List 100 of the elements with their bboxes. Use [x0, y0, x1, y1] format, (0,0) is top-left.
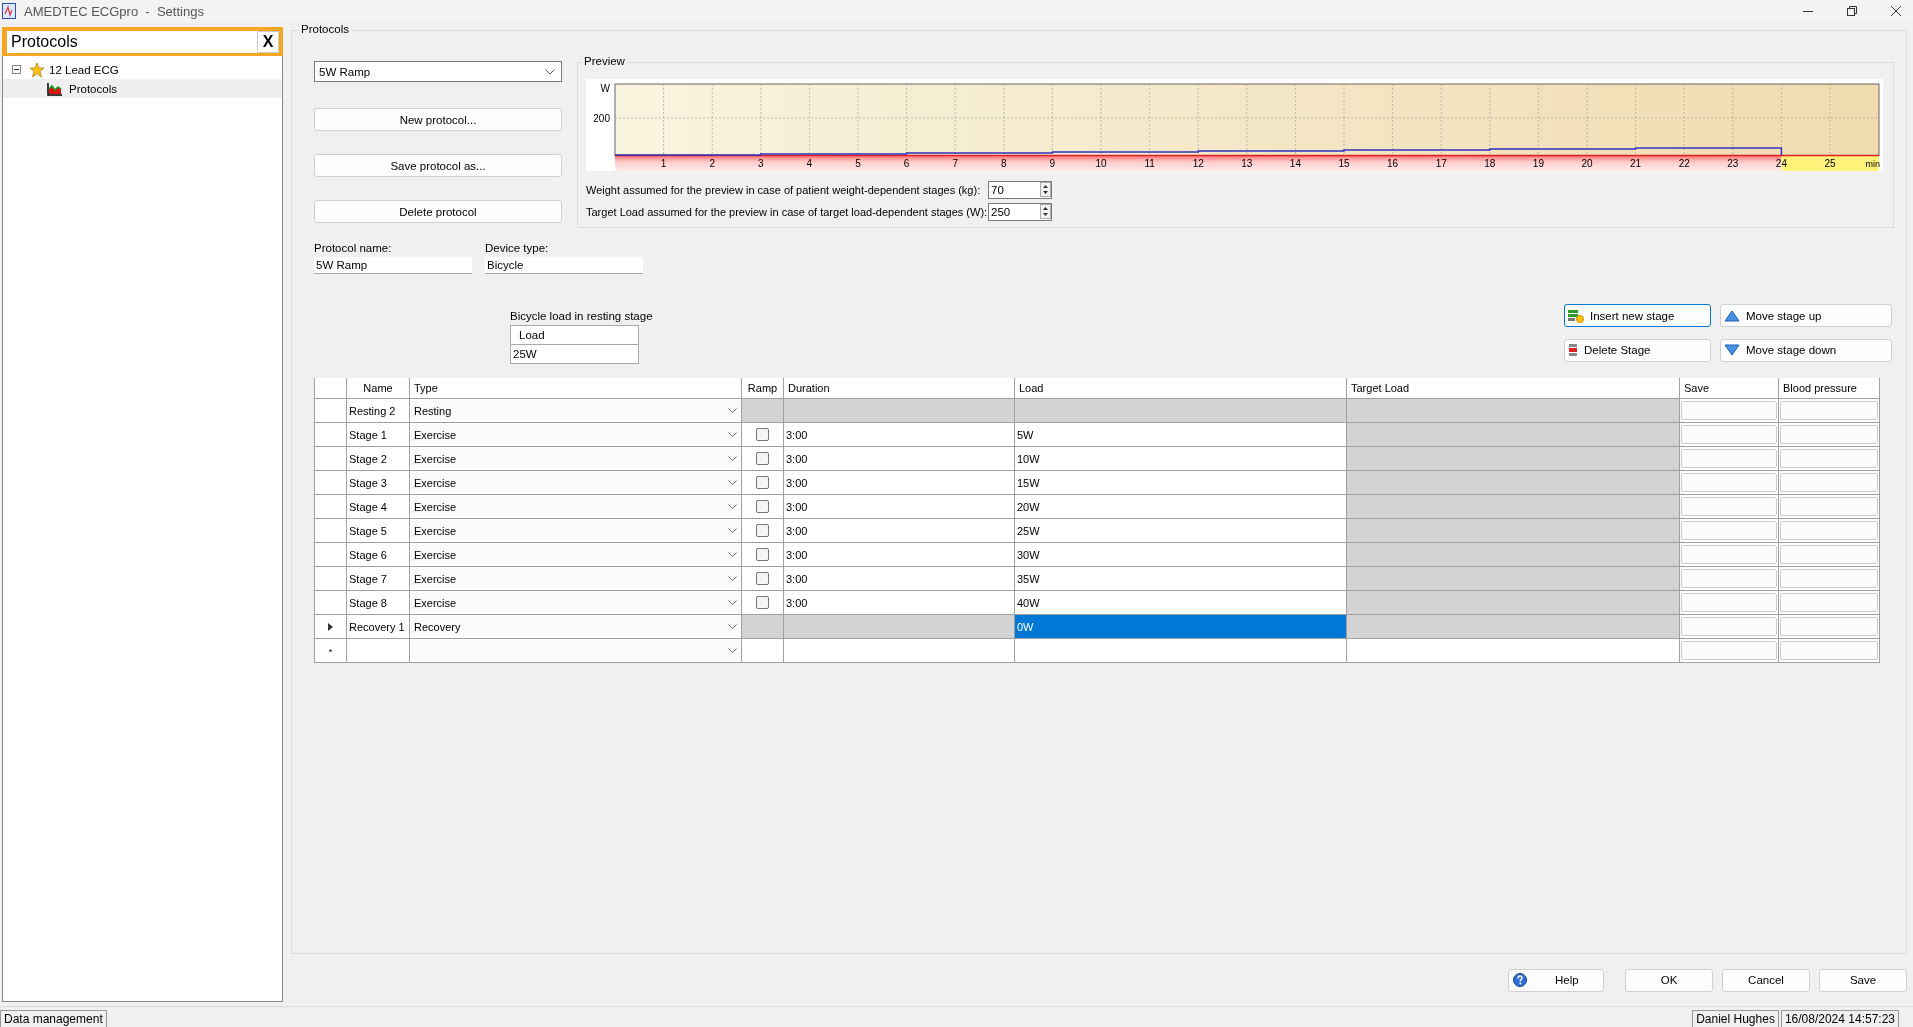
restore-icon[interactable]: [1847, 6, 1857, 16]
type-dropdown[interactable]: Exercise: [411, 497, 740, 516]
save-cell-button[interactable]: [1681, 593, 1777, 612]
column-header[interactable]: Name: [346, 378, 410, 399]
chevron-icon: [728, 528, 737, 533]
blood-pressure-button[interactable]: [1780, 521, 1878, 540]
save-cell-button[interactable]: [1681, 521, 1777, 540]
column-header[interactable]: Blood pressure: [1778, 378, 1880, 399]
dialog-button[interactable]: OK: [1625, 968, 1713, 992]
resting-load-cell[interactable]: 25W: [511, 345, 638, 363]
table-cell: Stage 7: [349, 572, 387, 585]
blood-pressure-button[interactable]: [1780, 473, 1878, 492]
save-cell-button[interactable]: [1681, 641, 1777, 660]
ramp-checkbox[interactable]: [756, 524, 769, 538]
column-header[interactable]: Save: [1679, 378, 1779, 399]
type-dropdown[interactable]: Exercise: [411, 473, 740, 492]
protocol-dropdown[interactable]: 5W Ramp: [314, 61, 562, 82]
blood-pressure-button[interactable]: [1780, 545, 1878, 564]
axis-label: 1: [660, 158, 667, 169]
protocol-name-field[interactable]: 5W Ramp: [314, 257, 472, 274]
save-cell-button[interactable]: [1681, 425, 1777, 444]
tree-item[interactable]: 12 Lead ECG: [49, 63, 119, 76]
axis-label: 21: [1630, 158, 1642, 169]
protocol-button[interactable]: Save protocol as...: [314, 154, 562, 177]
save-cell-button[interactable]: [1681, 473, 1777, 492]
blood-pressure-button[interactable]: [1780, 401, 1878, 420]
table-cell: 3:00: [786, 428, 808, 441]
axis-label: 14: [1289, 158, 1301, 169]
column-header[interactable]: Load: [1014, 378, 1347, 399]
type-dropdown[interactable]: Recovery: [411, 617, 740, 636]
type-dropdown[interactable]: Exercise: [411, 449, 740, 468]
setting-label: Weight assumed for the preview in case of patient weight-dependent stages (kg):: [586, 183, 982, 196]
table-cell: Stage 1: [349, 428, 387, 441]
collapse-icon[interactable]: [12, 65, 21, 74]
table-cell: 30W: [1017, 548, 1040, 561]
type-dropdown[interactable]: Exercise: [411, 521, 740, 540]
chevron-icon: [728, 432, 737, 437]
blood-pressure-button[interactable]: [1780, 497, 1878, 516]
save-cell-button[interactable]: [1681, 449, 1777, 468]
save-cell-button[interactable]: [1681, 497, 1777, 516]
new-row-marker: *: [328, 646, 333, 657]
type-dropdown[interactable]: Exercise: [411, 425, 740, 444]
table-cell: 15W: [1017, 476, 1040, 489]
status-datetime: 16/08/2024 14:57:23: [1780, 1010, 1899, 1027]
type-dropdown[interactable]: Exercise: [411, 569, 740, 588]
close-icon[interactable]: [1891, 6, 1901, 16]
save-cell-button[interactable]: [1681, 617, 1777, 636]
device-type-field[interactable]: Bicycle: [485, 257, 643, 274]
stage-button[interactable]: Move stage down: [1720, 338, 1892, 362]
axis-label: 12: [1192, 158, 1204, 169]
field-label: Protocol name:: [314, 242, 393, 254]
column-header[interactable]: Ramp: [741, 378, 784, 399]
protocol-button[interactable]: New protocol...: [314, 108, 562, 131]
axis-label: 7: [952, 158, 958, 169]
ramp-checkbox[interactable]: [756, 572, 769, 586]
spin-arrows-icon[interactable]: [1040, 204, 1051, 219]
ramp-checkbox[interactable]: [756, 476, 769, 490]
group-title: Preview: [582, 55, 627, 67]
ramp-checkbox[interactable]: [756, 428, 769, 442]
table-cell: Stage 6: [349, 548, 387, 561]
clear-button[interactable]: X: [257, 31, 279, 53]
blood-pressure-button[interactable]: [1780, 569, 1878, 588]
ramp-checkbox[interactable]: [756, 500, 769, 514]
stage-button[interactable]: Delete Stage: [1564, 338, 1711, 362]
axis-label: 11: [1144, 158, 1155, 169]
help-icon: [1513, 973, 1527, 987]
number-spinner[interactable]: 250: [988, 202, 1052, 221]
tree-item[interactable]: Protocols: [69, 82, 117, 95]
spin-arrows-icon[interactable]: [1040, 182, 1051, 197]
dialog-button[interactable]: Cancel: [1722, 968, 1810, 992]
blood-pressure-button[interactable]: [1780, 593, 1878, 612]
type-dropdown[interactable]: Resting: [411, 401, 740, 420]
blood-pressure-button[interactable]: [1780, 641, 1878, 660]
type-dropdown[interactable]: [411, 641, 740, 660]
protocol-button[interactable]: Delete protocol: [314, 200, 562, 223]
chevron-icon: [728, 456, 737, 461]
blood-pressure-button[interactable]: [1780, 617, 1878, 636]
chevron-icon: [545, 68, 555, 75]
save-cell-button[interactable]: [1681, 401, 1777, 420]
number-spinner[interactable]: 70: [988, 180, 1052, 199]
stage-button[interactable]: Insert new stage: [1564, 304, 1711, 327]
axis-label: 4: [806, 158, 813, 169]
ramp-checkbox[interactable]: [756, 596, 769, 610]
column-header[interactable]: Type: [409, 378, 742, 399]
type-dropdown[interactable]: Exercise: [411, 545, 740, 564]
search-field[interactable]: Protocols: [7, 31, 257, 53]
type-dropdown[interactable]: Exercise: [411, 593, 740, 612]
stage-button[interactable]: Move stage up: [1720, 304, 1892, 327]
save-cell-button[interactable]: [1681, 545, 1777, 564]
ramp-checkbox[interactable]: [756, 548, 769, 562]
blood-pressure-button[interactable]: [1780, 449, 1878, 468]
dialog-button[interactable]: Save: [1819, 968, 1907, 992]
save-cell-button[interactable]: [1681, 569, 1777, 588]
column-header[interactable]: Duration: [783, 378, 1015, 399]
column-header[interactable]: Target Load: [1346, 378, 1680, 399]
ramp-checkbox[interactable]: [756, 452, 769, 466]
dialog-button[interactable]: Help: [1508, 968, 1604, 992]
table-cell: 3:00: [786, 572, 808, 585]
blood-pressure-button[interactable]: [1780, 425, 1878, 444]
chevron-icon: [728, 600, 737, 605]
